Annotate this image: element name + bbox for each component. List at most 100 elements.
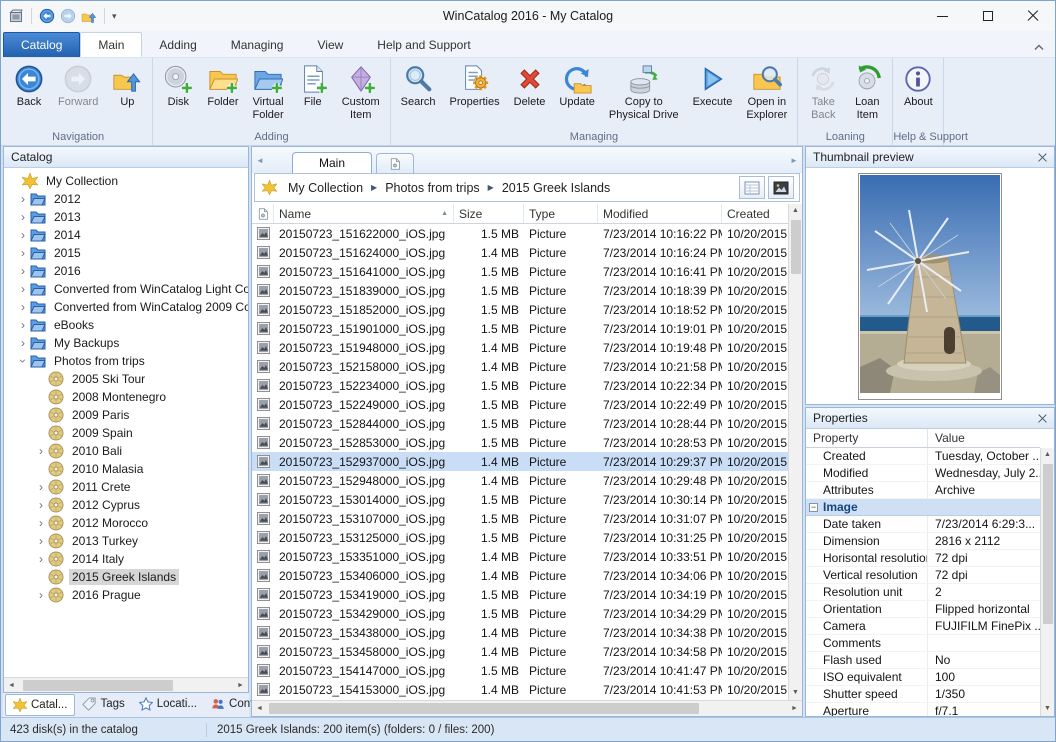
tree-expander-icon[interactable]: ›	[34, 517, 48, 529]
ribbon-button[interactable]: Delete	[507, 60, 553, 109]
scroll-right-icon[interactable]: ►	[787, 705, 802, 712]
column-header-type[interactable]: Type	[524, 204, 598, 223]
table-row[interactable]: 20150723_151622000_iOS.jpg 1.5 MB Pictur…	[252, 224, 788, 243]
scrollbar-thumb[interactable]	[790, 220, 801, 274]
tree-expander-icon[interactable]: ›	[34, 499, 48, 511]
tree-item[interactable]: › 2010 Malasia	[4, 460, 248, 478]
maximize-button[interactable]	[965, 1, 1010, 31]
ribbon-button[interactable]: Loan Item	[845, 60, 889, 121]
tree-expander-icon[interactable]: ›	[16, 265, 30, 277]
ribbon-button[interactable]: Execute	[686, 60, 740, 109]
ribbon-button[interactable]: Search	[394, 60, 443, 109]
property-row[interactable]: Shutter speed 1/350	[806, 686, 1040, 703]
column-header-name[interactable]: Name ▲	[274, 204, 454, 223]
ribbon-button[interactable]: Forward	[51, 60, 105, 109]
tree-item[interactable]: › 2012 Morocco	[4, 514, 248, 532]
ribbon-button[interactable]: File	[291, 60, 335, 109]
qat-dropdown-icon[interactable]: ▾	[112, 11, 117, 22]
qat-forward-icon[interactable]	[60, 8, 76, 24]
ribbon-button[interactable]: Back	[7, 60, 51, 109]
ribbon-button[interactable]: Properties	[442, 60, 506, 109]
property-row[interactable]: Date taken 7/23/2014 6:29:3...	[806, 516, 1040, 533]
table-row[interactable]: 20150723_154153000_iOS.jpg 1.4 MB Pictur…	[252, 680, 788, 699]
document-tab-new[interactable]	[376, 153, 415, 173]
minimize-button[interactable]	[920, 1, 965, 31]
table-row[interactable]: 20150723_152948000_iOS.jpg 1.4 MB Pictur…	[252, 471, 788, 490]
scroll-down-icon[interactable]: ▼	[792, 686, 799, 700]
table-row[interactable]: 20150723_154147000_iOS.jpg 1.5 MB Pictur…	[252, 661, 788, 680]
table-row[interactable]: 20150723_151839000_iOS.jpg 1.5 MB Pictur…	[252, 281, 788, 300]
table-row[interactable]: 20150723_153125000_iOS.jpg 1.5 MB Pictur…	[252, 528, 788, 547]
ribbon-button[interactable]: Open in Explorer	[739, 60, 794, 121]
tree-expander-icon[interactable]: ›	[34, 553, 48, 565]
list-horizontal-scrollbar[interactable]: ◄ ►	[252, 700, 802, 716]
tree-expander-icon[interactable]: ›	[34, 535, 48, 547]
table-row[interactable]: 20150723_152937000_iOS.jpg 1.4 MB Pictur…	[252, 452, 788, 471]
table-row[interactable]: 20150723_151901000_iOS.jpg 1.5 MB Pictur…	[252, 319, 788, 338]
ribbon-tab[interactable]: Adding	[142, 32, 213, 57]
scrollbar-thumb[interactable]	[23, 679, 173, 691]
tree-item[interactable]: › 2014 Italy	[4, 550, 248, 568]
property-row[interactable]: Comments	[806, 635, 1040, 652]
property-row[interactable]: Flash used No	[806, 652, 1040, 669]
tree-expander-icon[interactable]: ›	[16, 211, 30, 223]
table-row[interactable]: 20150723_151948000_iOS.jpg 1.4 MB Pictur…	[252, 338, 788, 357]
breadcrumb-item[interactable]: Photos from trips	[380, 179, 484, 197]
breadcrumb-item[interactable]: My Collection	[283, 179, 368, 197]
ribbon-button[interactable]: Update	[552, 60, 601, 109]
scrollbar-thumb[interactable]	[1042, 464, 1053, 624]
ribbon-tab[interactable]: Managing	[214, 32, 301, 57]
thumbnails-view-button[interactable]	[768, 176, 794, 199]
table-row[interactable]: 20150723_152249000_iOS.jpg 1.5 MB Pictur…	[252, 395, 788, 414]
tab-scroll-left-icon[interactable]: ◄	[252, 156, 268, 165]
tree-item[interactable]: › My Collection	[4, 172, 248, 190]
tree-item[interactable]: › 2016	[4, 262, 248, 280]
column-header-size[interactable]: Size	[454, 204, 524, 223]
tree-item[interactable]: › 2008 Montenegro	[4, 388, 248, 406]
table-row[interactable]: 20150723_153351000_iOS.jpg 1.4 MB Pictur…	[252, 547, 788, 566]
tree-item[interactable]: › 2012 Cyprus	[4, 496, 248, 514]
qat-back-icon[interactable]	[39, 8, 55, 24]
ribbon-button[interactable]: Custom Item	[335, 60, 387, 121]
tree-horizontal-scrollbar[interactable]: ◄ ►	[4, 677, 248, 692]
tree-expander-icon[interactable]: ›	[16, 337, 30, 349]
document-tab-main[interactable]: Main	[292, 152, 373, 173]
property-row[interactable]: Horisontal resolution 72 dpi	[806, 550, 1040, 567]
ribbon-button[interactable]: Copy to Physical Drive	[602, 60, 686, 121]
property-row[interactable]: − Image	[806, 499, 1040, 516]
tree-item[interactable]: › 2015 Greek Islands	[4, 568, 248, 586]
column-header-created[interactable]: Created	[722, 204, 788, 223]
tree-item[interactable]: › Converted from WinCatalog Light Co	[4, 280, 248, 298]
table-row[interactable]: 20150723_153438000_iOS.jpg 1.4 MB Pictur…	[252, 623, 788, 642]
close-panel-icon[interactable]	[1038, 153, 1047, 162]
table-row[interactable]: 20150723_153406000_iOS.jpg 1.4 MB Pictur…	[252, 566, 788, 585]
table-row[interactable]: 20150723_153014000_iOS.jpg 1.5 MB Pictur…	[252, 490, 788, 509]
property-row[interactable]: Created Tuesday, October ...	[806, 448, 1040, 465]
property-row[interactable]: Attributes Archive	[806, 482, 1040, 499]
tree-expander-icon[interactable]: ›	[16, 301, 30, 313]
scroll-left-icon[interactable]: ◄	[252, 705, 267, 712]
table-row[interactable]: 20150723_153107000_iOS.jpg 1.5 MB Pictur…	[252, 509, 788, 528]
table-row[interactable]: 20150723_151641000_iOS.jpg 1.5 MB Pictur…	[252, 262, 788, 281]
close-panel-icon[interactable]	[1038, 414, 1047, 423]
property-row[interactable]: Camera FUJIFILM FinePix ...	[806, 618, 1040, 635]
tree-expander-icon[interactable]: ›	[34, 445, 48, 457]
property-row[interactable]: Modified Wednesday, July 2...	[806, 465, 1040, 482]
tree-expander-icon[interactable]: ›	[34, 589, 48, 601]
tree-item[interactable]: › My Backups	[4, 334, 248, 352]
tree-item[interactable]: › 2012	[4, 190, 248, 208]
table-row[interactable]: 20150723_152844000_iOS.jpg 1.5 MB Pictur…	[252, 414, 788, 433]
ribbon-button[interactable]: Disk	[156, 60, 200, 109]
tree-item[interactable]: › Photos from trips	[4, 352, 248, 370]
scroll-up-icon[interactable]: ▲	[792, 204, 799, 218]
column-header-modified[interactable]: Modified	[598, 204, 722, 223]
tree-item[interactable]: › eBooks	[4, 316, 248, 334]
table-row[interactable]: 20150723_153458000_iOS.jpg 1.4 MB Pictur…	[252, 642, 788, 661]
tree-expander-icon[interactable]: ›	[16, 283, 30, 295]
table-row[interactable]: 20150723_153419000_iOS.jpg 1.5 MB Pictur…	[252, 585, 788, 604]
property-row[interactable]: Dimension 2816 x 2112	[806, 533, 1040, 550]
tree-item[interactable]: › 2013 Turkey	[4, 532, 248, 550]
tree-expander-icon[interactable]: ›	[16, 229, 30, 241]
collapse-ribbon-button[interactable]	[1033, 38, 1045, 56]
file-icon-column-header[interactable]	[252, 204, 274, 223]
